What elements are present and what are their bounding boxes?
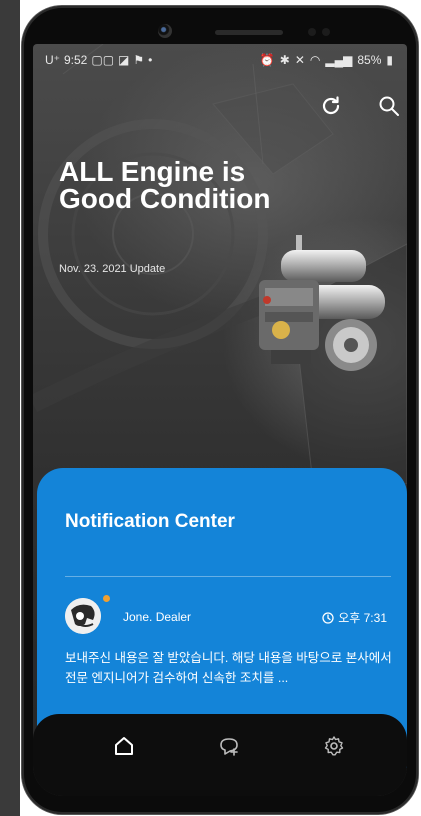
message-time-label: 오후 7:31: [338, 611, 387, 625]
signal-icon: ▂▄▆: [325, 53, 353, 67]
home-icon: [115, 737, 133, 755]
refresh-button[interactable]: [319, 94, 343, 118]
nav-home[interactable]: [112, 734, 136, 758]
message-time: 오후 7:31: [322, 609, 387, 626]
nav-settings[interactable]: [322, 734, 346, 758]
left-strip: [0, 0, 20, 816]
photo-icon: ◪: [118, 53, 130, 67]
bluetooth-icon: ✱: [279, 53, 290, 67]
carrier-label: U⁺: [45, 53, 60, 67]
settings-icon: [324, 736, 344, 756]
dot-icon: •: [148, 53, 153, 67]
battery-icon: ▮: [386, 53, 393, 67]
notification-icon: ⚑: [133, 53, 145, 67]
earpiece-speaker: [215, 30, 283, 35]
update-date: Nov. 23. 2021 Update: [59, 263, 166, 275]
sensor: [322, 28, 330, 36]
unread-dot: [103, 595, 110, 602]
refresh-icon: [322, 96, 340, 115]
card-title: Notification Center: [65, 511, 235, 532]
sensor: [308, 28, 316, 36]
nav-chat[interactable]: [217, 734, 241, 758]
chat-add-icon: [220, 738, 238, 756]
divider: [65, 576, 391, 577]
message-icon: ▢▢: [91, 53, 115, 67]
search-button[interactable]: [377, 94, 401, 118]
bottom-navigation: [33, 714, 407, 796]
hero-title: ALL Engine is Good Condition: [59, 156, 271, 214]
search-icon: [379, 96, 399, 116]
mute-icon: ✕: [294, 53, 305, 67]
app-screen: U⁺ 9:52 ▢▢ ◪ ⚑ • ⏰ ✱ ✕ ◠ ▂▄▆ 85% ▮ ALL E…: [33, 44, 407, 796]
alarm-icon: ⏰: [259, 53, 275, 67]
clock-icon: [322, 611, 334, 624]
engine-image: [259, 235, 385, 371]
avatar-image: [65, 598, 101, 634]
sender-name: Jone. Dealer: [123, 610, 192, 624]
message-preview[interactable]: 보내주신 내용은 잘 받았습니다. 해당 내용을 바탕으로 본사에서 전문 엔지…: [65, 648, 395, 688]
wifi-icon: ◠: [309, 53, 321, 67]
front-camera: [158, 24, 172, 38]
clock: 9:52: [64, 53, 88, 67]
avatar: [65, 598, 101, 634]
status-bar: U⁺ 9:52 ▢▢ ◪ ⚑ • ⏰ ✱ ✕ ◠ ▂▄▆ 85% ▮: [33, 44, 407, 78]
battery-percent: 85%: [357, 53, 382, 67]
